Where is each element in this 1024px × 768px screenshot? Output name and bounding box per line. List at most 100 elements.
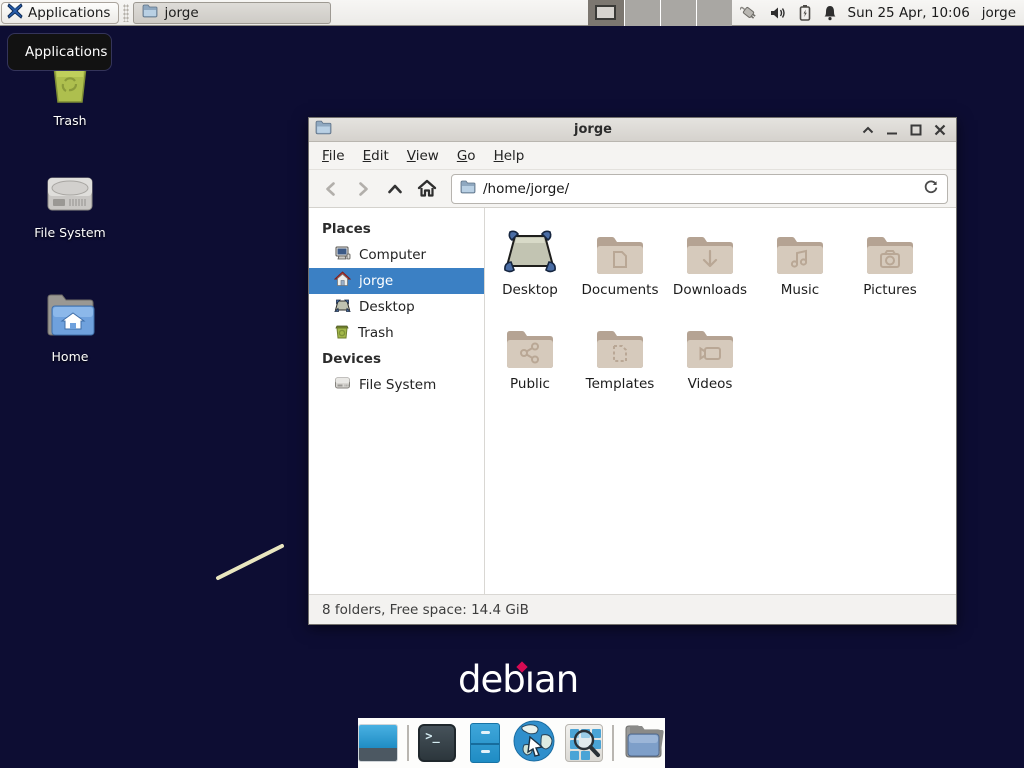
app-finder-icon [565, 724, 603, 762]
trash-small-icon [334, 323, 350, 343]
window-folder-icon [315, 120, 332, 139]
workspace-1[interactable] [588, 0, 624, 26]
app-finder-launcher[interactable] [564, 722, 603, 764]
shade-button[interactable] [858, 120, 878, 140]
location-bar[interactable]: /home/jorge/ [451, 174, 948, 204]
file-manager-launcher[interactable] [466, 722, 505, 764]
sidebar-item-trash[interactable]: Trash [309, 320, 484, 346]
current-path[interactable]: /home/jorge/ [483, 181, 916, 197]
forward-button[interactable] [349, 175, 377, 203]
debian-logo-text: deb [458, 658, 525, 701]
public-folder-icon [505, 312, 555, 370]
panel-handle[interactable] [123, 4, 129, 22]
file-item-label: Documents [582, 282, 659, 298]
desktop-icon-label: Trash [53, 113, 86, 128]
back-button[interactable] [317, 175, 345, 203]
file-item-documents[interactable]: Documents [575, 218, 665, 312]
sidebar-item-label: Computer [359, 247, 426, 263]
minimize-button[interactable] [882, 120, 902, 140]
file-icon-view[interactable]: Desktop Documents [485, 208, 956, 594]
home-folder-icon [42, 290, 98, 344]
desktop-icon-filesystem[interactable]: File System [15, 170, 125, 240]
desktop-icon-label: File System [34, 225, 106, 240]
web-browser-launcher[interactable] [513, 722, 555, 764]
taskbar-window-label: jorge [164, 5, 198, 21]
pictures-folder-icon [865, 218, 915, 276]
dock: >_ [358, 718, 665, 768]
up-button[interactable] [381, 175, 409, 203]
desktop-icon-home[interactable]: Home [15, 290, 125, 364]
sidebar-item-jorge[interactable]: jorge [309, 268, 484, 294]
menu-help[interactable]: Help [485, 144, 534, 168]
statusbar-text: 8 folders, Free space: 14.4 GiB [322, 602, 529, 618]
dock-folder-icon [622, 721, 666, 765]
file-item-label: Music [781, 282, 819, 298]
window-titlebar[interactable]: jorge [309, 118, 956, 142]
file-item-videos[interactable]: Videos [665, 312, 755, 406]
applications-tooltip: Applications [7, 33, 112, 71]
xfce-applications-icon [7, 3, 23, 23]
file-item-label: Templates [586, 376, 655, 392]
desktop-special-icon [501, 218, 559, 276]
dock-separator [612, 725, 614, 761]
show-desktop-launcher[interactable] [358, 722, 398, 764]
reload-icon[interactable] [923, 179, 939, 199]
file-item-downloads[interactable]: Downloads [665, 218, 755, 312]
menu-go[interactable]: Go [448, 144, 485, 168]
sidebar-item-label: File System [359, 377, 436, 393]
top-panel: Applications jorge [0, 0, 1024, 26]
workspace-3[interactable] [660, 0, 696, 26]
documents-folder-icon [595, 218, 645, 276]
tooltip-text: Applications [25, 44, 107, 60]
file-item-templates[interactable]: Templates [575, 312, 665, 406]
workspace-2[interactable] [624, 0, 660, 26]
home-button[interactable] [413, 175, 441, 203]
notifications-bell-icon[interactable] [822, 4, 838, 22]
menu-edit[interactable]: Edit [354, 144, 398, 168]
debian-logo: debıan [458, 658, 578, 701]
file-item-label: Videos [688, 376, 733, 392]
menu-file[interactable]: File [313, 144, 354, 168]
applications-menu-button[interactable]: Applications [1, 2, 119, 24]
folder-launcher[interactable] [623, 722, 665, 764]
panel-clock[interactable]: Sun 25 Apr, 10:06 [848, 5, 970, 21]
sidebar-item-desktop[interactable]: Desktop [309, 294, 484, 320]
close-button[interactable] [930, 120, 950, 140]
workspace-switcher[interactable] [588, 0, 732, 26]
volume-icon[interactable] [770, 5, 788, 21]
globe-browser-icon [512, 719, 556, 767]
toolbar: /home/jorge/ [309, 169, 956, 208]
taskbar-folder-icon [142, 4, 158, 22]
file-item-pictures[interactable]: Pictures [845, 218, 935, 312]
file-manager-window: jorge File Edit View Go Help [308, 117, 957, 625]
network-icon[interactable] [740, 4, 760, 22]
sidebar-item-filesystem[interactable]: File System [309, 372, 484, 398]
sidebar-header-places: Places [309, 216, 484, 242]
debian-logo-dotless-i: ı [525, 658, 534, 701]
desktop-stray-line [210, 538, 292, 586]
file-item-public[interactable]: Public [485, 312, 575, 406]
workspace-window-preview [595, 5, 616, 20]
templates-folder-icon [595, 312, 645, 370]
file-item-label: Public [510, 376, 550, 392]
panel-user-label[interactable]: jorge [982, 5, 1016, 21]
terminal-launcher[interactable]: >_ [418, 722, 457, 764]
applications-menu-label: Applications [28, 5, 110, 21]
hard-drive-icon [44, 170, 96, 220]
downloads-folder-icon [685, 218, 735, 276]
file-item-music[interactable]: Music [755, 218, 845, 312]
computer-icon [334, 245, 351, 265]
menu-view[interactable]: View [398, 144, 448, 168]
taskbar-window-button[interactable]: jorge [133, 2, 331, 24]
battery-icon[interactable] [798, 4, 812, 22]
sidebar-item-label: Desktop [359, 299, 415, 315]
pathbar-folder-icon [460, 180, 476, 198]
terminal-icon: >_ [418, 724, 456, 762]
sidebar-item-computer[interactable]: Computer [309, 242, 484, 268]
file-item-desktop[interactable]: Desktop [485, 218, 575, 312]
file-cabinet-icon [470, 723, 500, 763]
desktop-place-icon [334, 298, 351, 317]
maximize-button[interactable] [906, 120, 926, 140]
home-icon [334, 271, 351, 291]
workspace-4[interactable] [696, 0, 732, 26]
